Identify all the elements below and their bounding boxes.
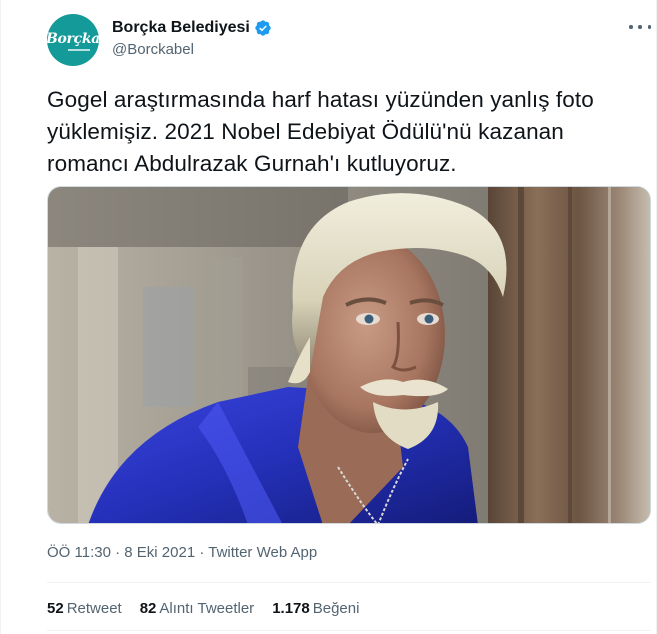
avatar-logo-text: Borçka [47,31,99,47]
avatar-logo-underline [68,49,90,51]
author-handle[interactable]: @Borckabel [112,41,194,58]
tweet-date[interactable]: 8 Eki 2021 [124,544,195,561]
tweet-card: Borçka Borçka Belediyesi @Borckabel Goge… [0,0,657,634]
likes-count: 1.178 [272,600,310,617]
verified-badge-icon [254,19,272,37]
retweets-count: 52 [47,600,64,617]
author-display-name[interactable]: Borçka Belediyesi [112,19,250,37]
quotes-label: Alıntı Tweetler [159,600,255,617]
divider [47,582,651,583]
meta-separator: · [199,544,205,561]
photo-illustration [48,187,650,523]
divider [47,630,651,631]
likes-label: Beğeni [312,600,360,617]
tweet-time[interactable]: ÖÖ 11:30 [47,544,111,561]
tweet-photo[interactable] [47,186,651,524]
retweets-label: Retweet [66,600,122,617]
tweet-source[interactable]: Twitter Web App [208,544,317,561]
engagement-stats: 52 Retweet 82 Alıntı Tweetler 1.178 Beğeni [47,600,359,617]
tweet-text: Gogel araştırmasında harf hatası yüzünde… [47,87,594,176]
quotes-stat[interactable]: 82 Alıntı Tweetler [140,600,254,617]
avatar[interactable]: Borçka [47,14,99,66]
author-name-row: Borçka Belediyesi [112,19,272,37]
more-horizontal-icon[interactable] [629,20,651,34]
quotes-count: 82 [139,600,157,617]
tweet-meta: ÖÖ 11:30 · 8 Eki 2021 · Twitter Web App [47,544,317,561]
retweets-stat[interactable]: 52 Retweet [47,600,122,617]
meta-separator: · [115,544,121,561]
likes-stat[interactable]: 1.178 Beğeni [272,600,359,617]
